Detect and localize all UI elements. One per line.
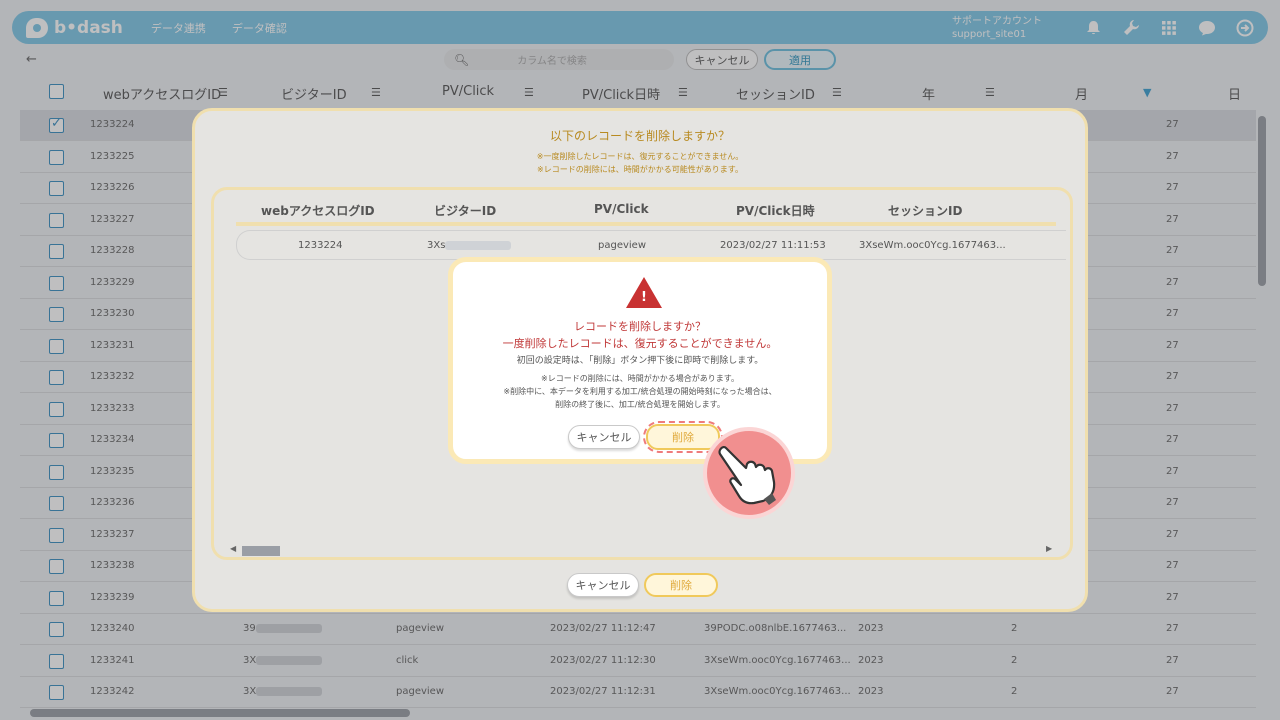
scroll-right-icon[interactable]: ▶ <box>1046 544 1052 553</box>
confirm-info-message: 初回の設定時は、「削除」ボタン押下後に即時で削除します。 <box>516 356 764 366</box>
preview-header-divider <box>236 222 1056 226</box>
preview-col-visitor-id: ビジターID <box>434 204 497 218</box>
preview-horizontal-scrollbar[interactable]: ◀ ▶ <box>230 544 1056 557</box>
dialog-delete-button[interactable]: 削除 <box>644 573 718 597</box>
confirm-cancel-button[interactable]: キャンセル <box>568 425 640 449</box>
confirm-title: レコードを削除しますか？ <box>574 320 706 333</box>
preview-col-access-log-id: webアクセスログID <box>261 204 375 218</box>
dialog-note: ※レコードの削除には、時間がかかる可能性があります。 <box>537 165 743 174</box>
hand-pointer-icon <box>718 446 776 505</box>
dialog-note: ※一度削除したレコードは、復元することができません。 <box>536 152 744 161</box>
preview-col-pv-click: PV/Click <box>594 202 649 216</box>
confirm-note: ※レコードの削除には、時間がかかる場合があります。 <box>541 374 739 383</box>
dialog-title: 以下のレコードを削除しますか？ <box>549 129 730 143</box>
preview-col-session-id: セッションID <box>888 204 963 218</box>
confirm-delete-button[interactable]: 削除 <box>646 424 720 450</box>
preview-cell-session: 3XseWm.ooc0Ycg.1677463... <box>859 240 1006 251</box>
preview-row: 1233224 3Xs pageview 2023/02/27 11:11:53… <box>236 230 1066 260</box>
dialog-cancel-button[interactable]: キャンセル <box>567 573 639 597</box>
confirm-note: ※削除中に、本データを利用する加工/統合処理の開始時刻になった場合は、 <box>503 387 777 396</box>
preview-cell-pv-click: pageview <box>598 240 647 251</box>
preview-col-datetime: PV/Click日時 <box>736 204 815 218</box>
preview-cell-visitor: 3Xs <box>427 240 512 251</box>
confirm-delete-dialog: ! レコードを削除しますか？ 一度削除したレコードは、復元することができません。… <box>448 257 832 464</box>
confirm-note: 削除の終了後に、加工/統合処理を開始します。 <box>555 400 725 409</box>
warning-exclamation: ! <box>641 290 647 305</box>
scroll-left-icon[interactable]: ◀ <box>230 544 236 553</box>
preview-scroll-thumb[interactable] <box>242 546 280 556</box>
confirm-main-message: 一度削除したレコードは、復元することができません。 <box>502 337 778 350</box>
preview-cell-datetime: 2023/02/27 11:11:53 <box>720 240 826 251</box>
tap-hint-circle <box>703 427 795 519</box>
preview-cell-id: 1233224 <box>298 240 343 251</box>
